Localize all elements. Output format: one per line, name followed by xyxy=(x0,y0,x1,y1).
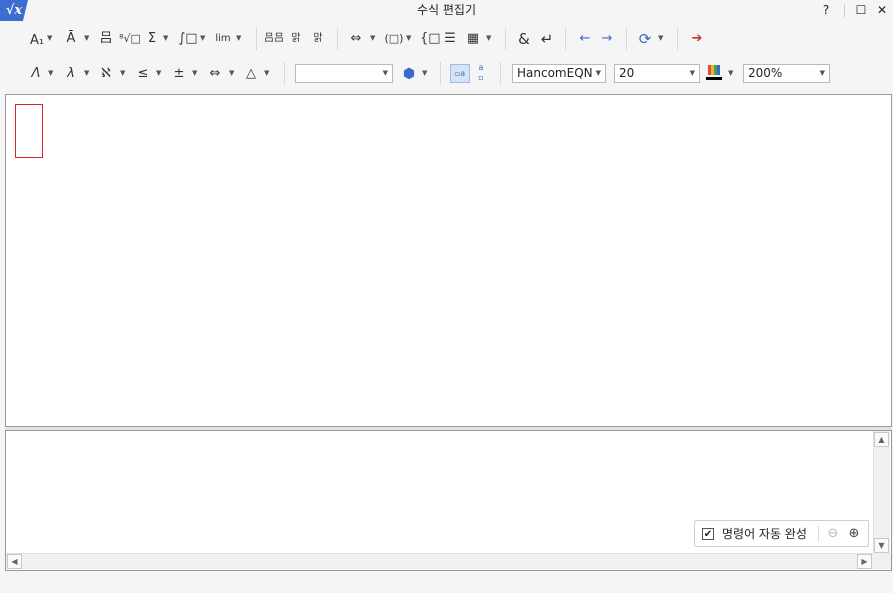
exit-icon[interactable]: ➔ xyxy=(686,27,708,51)
plusminus-icon[interactable]: ± xyxy=(170,62,188,86)
scroll-up-icon[interactable]: ▲ xyxy=(874,432,889,447)
size-value: 20 xyxy=(619,66,635,80)
autocomplete-checkbox[interactable]: ✔ xyxy=(702,528,714,540)
chevron-down-icon[interactable]: ▼ xyxy=(229,69,234,77)
align-rows-icon[interactable]: ☰ xyxy=(442,27,458,51)
text-color-icon[interactable] xyxy=(706,65,722,81)
chevron-down-icon[interactable]: ▼ xyxy=(406,34,411,42)
chevron-down-icon[interactable]: ▼ xyxy=(370,34,375,42)
chevron-down-icon[interactable]: ▼ xyxy=(658,34,663,42)
fraction-icon[interactable]: 吕 xyxy=(97,27,115,51)
toolbar-separator xyxy=(440,62,441,84)
autocomplete-panel: ✔ 명령어 자동 완성 ⊖ ⊕ xyxy=(694,520,869,547)
help-button[interactable]: ? xyxy=(814,0,838,21)
chevron-down-icon[interactable]: ▼ xyxy=(596,65,601,82)
zoom-in-icon[interactable]: ⊕ xyxy=(845,524,863,544)
decoration-icon[interactable]: Ā xyxy=(62,27,80,51)
sum-icon[interactable]: Σ xyxy=(145,27,159,51)
chevron-down-icon[interactable]: ▼ xyxy=(192,69,197,77)
zoom-select[interactable]: 200% ▼ xyxy=(743,64,830,83)
script-edit-pane[interactable] xyxy=(5,430,892,571)
paren-icon[interactable]: (□) xyxy=(384,27,404,51)
window-title: 수식 편집기 xyxy=(416,3,476,17)
matrix-icon[interactable]: 吕吕 xyxy=(264,27,284,51)
toolbar-separator xyxy=(256,28,257,50)
matrix-icon[interactable]: 맑 xyxy=(309,27,327,51)
chevron-down-icon[interactable]: ▼ xyxy=(728,69,733,77)
zoom-out-icon[interactable]: ⊖ xyxy=(824,524,842,544)
scroll-left-icon[interactable]: ◀ xyxy=(7,554,22,569)
chevron-down-icon[interactable]: ▼ xyxy=(264,69,269,77)
toolbar-separator xyxy=(626,28,627,50)
toolbar-separator xyxy=(500,62,501,84)
chevron-down-icon[interactable]: ▼ xyxy=(422,69,427,77)
greek-lower-icon[interactable]: λ xyxy=(62,62,80,86)
status-bar xyxy=(0,573,893,593)
chevron-down-icon[interactable]: ▼ xyxy=(383,65,388,82)
newline-icon[interactable]: ↵ xyxy=(538,27,556,51)
ampersand-icon[interactable]: & xyxy=(514,27,534,51)
panel-separator xyxy=(818,526,819,542)
close-button[interactable]: ✕ xyxy=(870,0,893,21)
toolbar-separator xyxy=(337,28,338,50)
font-select[interactable]: HancomEQN ▼ xyxy=(512,64,606,83)
display-mode-toggle[interactable]: a ▫ xyxy=(473,63,489,83)
chevron-down-icon[interactable]: ▼ xyxy=(84,34,89,42)
size-select[interactable]: 20 ▼ xyxy=(614,64,700,83)
scroll-down-icon[interactable]: ▼ xyxy=(874,538,889,553)
chevron-down-icon[interactable]: ▼ xyxy=(820,65,825,82)
double-arrow-icon[interactable]: ⇔ xyxy=(205,62,225,86)
font-value: HancomEQN xyxy=(517,66,593,80)
chevron-down-icon[interactable]: ▼ xyxy=(120,69,125,77)
toolbar-separator xyxy=(677,28,678,50)
equation-edit-pane[interactable] xyxy=(5,94,892,427)
chevron-down-icon[interactable]: ▼ xyxy=(156,69,161,77)
toolbar-separator xyxy=(565,28,566,50)
arrow-right-icon[interactable]: → xyxy=(597,27,617,51)
relation-icon[interactable]: ≤ xyxy=(134,62,152,86)
title-separator xyxy=(844,4,845,17)
root-icon[interactable]: ⁸√□ xyxy=(119,27,141,51)
color-bar xyxy=(706,77,722,80)
chevron-down-icon[interactable]: ▼ xyxy=(486,34,491,42)
integral-icon[interactable]: ∫□ xyxy=(178,27,198,51)
brace-icon[interactable]: {□ xyxy=(420,27,441,51)
chevron-down-icon[interactable]: ▼ xyxy=(48,69,53,77)
chevron-down-icon[interactable]: ▼ xyxy=(200,34,205,42)
scroll-right-icon[interactable]: ▶ xyxy=(857,554,872,569)
greek-upper-icon[interactable]: Λ xyxy=(27,62,45,86)
size-grip xyxy=(873,553,891,569)
chevron-down-icon[interactable]: ▼ xyxy=(84,69,89,77)
arrow-left-icon[interactable]: ← xyxy=(575,27,595,51)
zoom-value: 200% xyxy=(748,66,783,80)
chevron-down-icon[interactable]: ▼ xyxy=(690,65,695,82)
horizontal-scrollbar[interactable] xyxy=(6,553,873,569)
symbol-icon[interactable]: ⬢ xyxy=(399,62,419,86)
chevron-down-icon[interactable]: ▼ xyxy=(236,34,241,42)
palette-swatch xyxy=(708,65,720,75)
command-combo[interactable]: ▼ xyxy=(295,64,393,83)
toolbar-separator xyxy=(284,62,285,84)
grid-icon[interactable]: ▦ xyxy=(464,27,482,51)
vertical-scrollbar[interactable] xyxy=(873,431,890,555)
input-placeholder-box[interactable] xyxy=(15,104,43,158)
style-icon[interactable]: A₁ xyxy=(27,29,47,53)
spacing-icon[interactable]: ⇔ xyxy=(346,27,366,51)
matrix-icon[interactable]: 맑 xyxy=(287,27,305,51)
history-icon[interactable]: ⟳ xyxy=(635,27,655,51)
limit-icon[interactable]: lim xyxy=(213,27,233,51)
triangle-icon[interactable]: △ xyxy=(242,62,260,86)
inline-mode-toggle[interactable]: ▫a xyxy=(450,64,470,83)
hebrew-icon[interactable]: ℵ xyxy=(97,62,115,86)
chevron-down-icon[interactable]: ▼ xyxy=(47,34,52,42)
chevron-down-icon[interactable]: ▼ xyxy=(163,34,168,42)
autocomplete-label: 명령어 자동 완성 xyxy=(722,527,807,541)
toolbar-separator xyxy=(505,28,506,50)
